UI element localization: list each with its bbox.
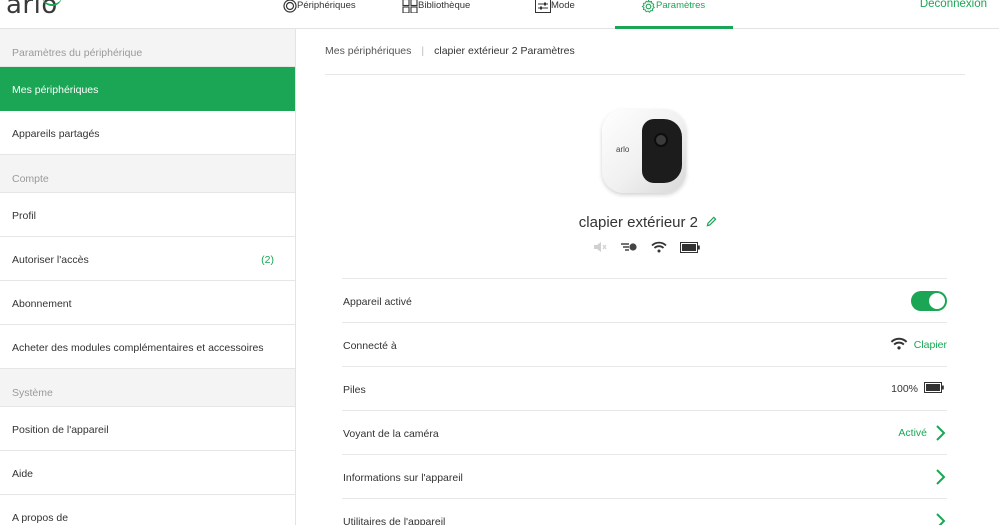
nav-library[interactable]: Bibliothèque — [402, 0, 470, 28]
setting-label-device-utilities: Utilitaires de l'appareil — [343, 516, 446, 525]
sidebar-item-shared-devices[interactable]: Appareils partagés — [0, 111, 295, 155]
device-settings-list: Appareil activé Connecté à Clapier Piles… — [342, 278, 947, 525]
settings-gear-icon — [641, 0, 656, 17]
nav-mode[interactable]: Mode — [535, 0, 575, 28]
nav-settings-label: Paramètres — [656, 0, 706, 11]
device-name-row: clapier extérieur 2 — [297, 214, 999, 231]
mode-sliders-icon — [535, 0, 551, 16]
sidebar-item-my-devices[interactable]: Mes périphériques — [0, 67, 295, 111]
top-bar: arlo Périphériques Bibliothèque Mode Par… — [0, 0, 999, 29]
connected-network-name: Clapier — [913, 339, 947, 351]
setting-label-connected-to: Connecté à — [343, 340, 397, 352]
motion-detect-icon — [620, 240, 638, 258]
sidebar-item-subscription[interactable]: Abonnement — [0, 281, 295, 325]
device-name: clapier extérieur 2 — [578, 214, 699, 231]
nav-mode-label: Mode — [551, 0, 575, 11]
setting-right-device-utilities — [933, 499, 947, 525]
sidebar-item-buy-addons[interactable]: Acheter des modules complémentaires et a… — [0, 325, 295, 369]
battery-icon — [680, 240, 700, 258]
sidebar-section-system: Système — [0, 369, 295, 407]
camera-image: arlo — [602, 109, 686, 193]
nav-settings[interactable]: Paramètres — [641, 0, 705, 28]
sidebar-section-account: Compte — [0, 155, 295, 193]
sidebar-item-help[interactable]: Aide — [0, 451, 295, 495]
breadcrumb-separator: | — [421, 45, 425, 57]
setting-label-batteries: Piles — [343, 384, 366, 396]
setting-right-batteries: 100% — [891, 367, 944, 411]
devices-icon — [283, 0, 297, 16]
breadcrumb: Mes périphériques | clapier extérieur 2 … — [325, 45, 965, 75]
library-grid-icon — [402, 0, 418, 16]
nav-library-label: Bibliothèque — [418, 0, 471, 11]
nav-devices-label: Périphériques — [297, 0, 356, 11]
camera-face — [642, 119, 682, 183]
chevron-right-icon[interactable] — [933, 512, 947, 525]
breadcrumb-current-page: clapier extérieur 2 Paramètres — [434, 45, 575, 57]
edit-pencil-icon[interactable] — [706, 215, 717, 230]
setting-right-camera-led: Activé — [898, 411, 947, 455]
setting-right-device-enabled — [911, 279, 947, 323]
sidebar-item-about[interactable]: A propos de — [0, 495, 295, 525]
sidebar: Paramètres du périphérique Mes périphéri… — [0, 29, 296, 525]
setting-row-device-utilities[interactable]: Utilitaires de l'appareil — [342, 498, 947, 525]
setting-label-device-info: Informations sur l'appareil — [343, 472, 463, 484]
setting-row-batteries: Piles 100% — [342, 366, 947, 410]
sidebar-item-device-location[interactable]: Position de l'appareil — [0, 407, 295, 451]
setting-label-device-enabled: Appareil activé — [343, 296, 412, 308]
setting-right-device-info — [933, 455, 947, 499]
camera-logo: arlo — [616, 145, 630, 154]
battery-icon — [924, 382, 944, 396]
sidebar-item-grant-access[interactable]: Autoriser l'accès (2) — [0, 237, 295, 281]
wifi-icon — [890, 337, 908, 353]
logout-link[interactable]: Déconnexion — [920, 0, 987, 10]
battery-percentage: 100% — [891, 383, 918, 395]
device-status-icons — [593, 241, 703, 257]
wifi-icon — [651, 240, 667, 258]
setting-label-camera-led: Voyant de la caméra — [343, 428, 439, 440]
setting-row-connected-to: Connecté à Clapier — [342, 322, 947, 366]
main-content: Mes périphériques | clapier extérieur 2 … — [297, 29, 999, 525]
grant-access-count-badge: (2) — [261, 254, 274, 266]
nav-devices[interactable]: Périphériques — [283, 0, 356, 28]
breadcrumb-my-devices[interactable]: Mes périphériques — [325, 45, 411, 74]
chevron-right-icon[interactable] — [933, 424, 947, 442]
sidebar-item-profile[interactable]: Profil — [0, 193, 295, 237]
toggle-knob — [929, 293, 945, 309]
speaker-muted-icon — [593, 240, 607, 258]
camera-lens — [654, 133, 668, 147]
device-enabled-toggle[interactable] — [911, 291, 947, 311]
setting-right-connected-to: Clapier — [890, 323, 947, 367]
sidebar-item-grant-access-label: Autoriser l'accès — [12, 254, 89, 266]
setting-row-device-enabled: Appareil activé — [342, 278, 947, 322]
camera-led-status: Activé — [898, 427, 927, 439]
setting-row-device-info[interactable]: Informations sur l'appareil — [342, 454, 947, 498]
sidebar-section-device-settings: Paramètres du périphérique — [0, 29, 295, 67]
chevron-right-icon[interactable] — [933, 468, 947, 486]
setting-row-camera-led[interactable]: Voyant de la caméra Activé — [342, 410, 947, 454]
